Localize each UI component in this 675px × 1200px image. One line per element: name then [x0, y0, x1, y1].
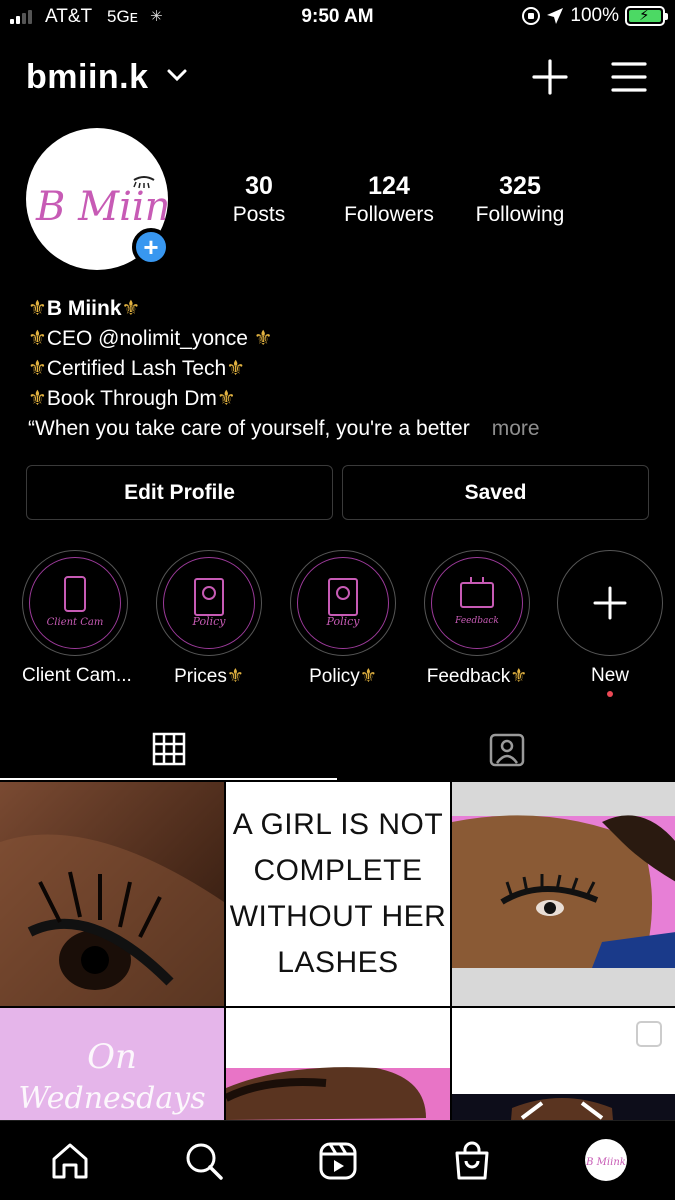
plus-icon	[593, 586, 627, 620]
home-icon[interactable]	[50, 1141, 90, 1181]
status-bar: AT&T 5Gᴇ ✳ 9:50 AM 100% ⚡	[0, 0, 675, 36]
grid-icon	[152, 732, 185, 766]
highlight-label: Client Cam...	[22, 665, 132, 686]
location-arrow-icon	[547, 8, 564, 24]
profile-avatar[interactable]: B Miink	[585, 1139, 627, 1181]
post-thumbnail[interactable]	[0, 782, 224, 1006]
profile-bio: ⚜B Miink⚜ ⚜CEO @nolimit_yonce ⚜ ⚜Certifi…	[28, 294, 658, 444]
phone-icon: Client Cam	[47, 576, 104, 628]
highlight-policy[interactable]: Policy Policy⚜	[290, 550, 396, 688]
bio-name-line: ⚜B Miink⚜	[28, 297, 141, 320]
add-story-button[interactable]: +	[132, 228, 170, 266]
username-title[interactable]: bmiin.k	[26, 58, 149, 97]
highlight-client-cam[interactable]: Client Cam Client Cam...	[22, 550, 132, 687]
tagged-icon	[489, 733, 524, 767]
bio-line: ⚜Book Through Dm⚜	[28, 387, 236, 410]
svg-text:Feedback: Feedback	[454, 616, 499, 626]
bottom-nav: B Miink	[0, 1120, 675, 1200]
highlight-label: Policy⚜	[309, 666, 377, 687]
edit-profile-button[interactable]: Edit Profile	[26, 465, 333, 520]
script-post-text: On	[87, 1037, 137, 1077]
highlight-label: New	[590, 665, 629, 686]
tab-grid[interactable]	[0, 718, 337, 780]
stat-followers[interactable]: 124 Followers	[336, 172, 442, 227]
bio-name: B Miink	[46, 297, 122, 320]
highlight-prices[interactable]: Policy Prices⚜	[156, 550, 262, 688]
svg-text:B Miink: B Miink	[585, 1157, 626, 1168]
highlight-feedback[interactable]: Feedback Feedback⚜	[424, 550, 530, 688]
reels-icon[interactable]	[318, 1141, 358, 1181]
script-post-text: Wednesdays	[18, 1081, 205, 1116]
shop-icon[interactable]	[452, 1141, 492, 1181]
search-icon[interactable]	[184, 1141, 224, 1181]
new-indicator-dot	[607, 691, 613, 697]
svg-text:Policy: Policy	[326, 615, 361, 628]
bio-more-link[interactable]: more	[492, 417, 540, 440]
profile-header: bmiin.k	[0, 52, 675, 102]
stat-following[interactable]: 325 Following	[466, 172, 574, 227]
tab-tagged[interactable]	[338, 718, 675, 780]
svg-text:Policy: Policy	[192, 615, 227, 628]
document-icon: Policy	[326, 578, 361, 628]
bio-line: ⚜Certified Lash Tech⚜	[28, 357, 246, 380]
quote-post[interactable]: A GIRL IS NOT COMPLETE WITHOUT HER LASHE…	[226, 782, 450, 1006]
plus-icon[interactable]	[532, 59, 568, 95]
post-thumbnail[interactable]	[452, 782, 675, 1006]
bio-quote-line: “When you take care of yourself, you're …	[28, 417, 540, 440]
hamburger-menu-icon[interactable]	[611, 60, 647, 94]
active-tab-indicator	[0, 778, 337, 780]
feedback-icon: Feedback	[454, 577, 499, 626]
battery-charging-icon: ⚡	[625, 6, 668, 26]
stat-posts[interactable]: 30 Posts	[220, 172, 298, 227]
orientation-lock-icon	[522, 7, 541, 25]
saved-button[interactable]: Saved	[342, 465, 649, 520]
highlight-label: Feedback⚜	[426, 666, 528, 687]
avatar-logo-text: B Miink	[35, 184, 168, 230]
svg-text:Client Cam: Client Cam	[47, 617, 104, 628]
battery-percent: 100%	[570, 5, 619, 26]
bio-line: ⚜CEO @nolimit_yonce ⚜	[28, 327, 273, 350]
highlight-label: Prices⚜	[174, 666, 244, 687]
new-highlight-button[interactable]: New	[557, 550, 663, 697]
chevron-down-icon[interactable]	[166, 64, 188, 86]
profile-tabs	[0, 718, 675, 780]
document-icon: Policy	[192, 578, 227, 628]
